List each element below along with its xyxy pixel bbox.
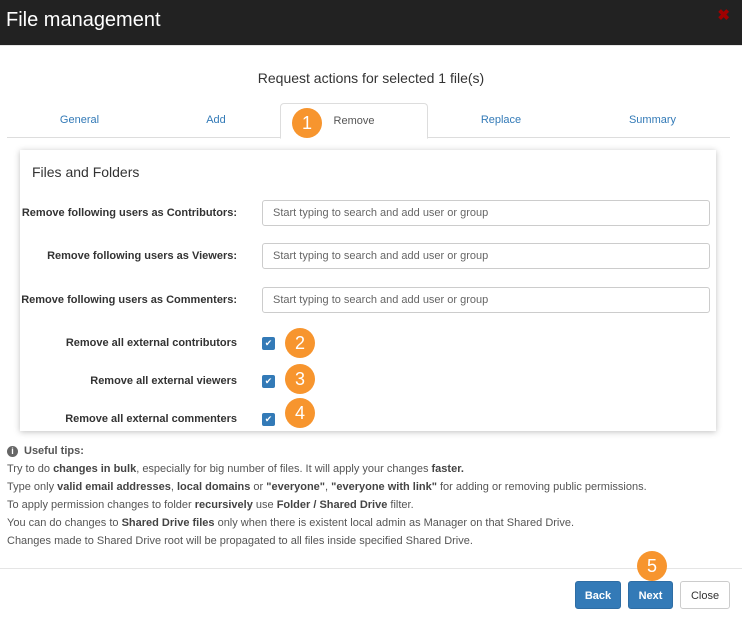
viewers-input[interactable] [262,243,710,269]
external-contributors-label: Remove all external contributors [65,337,237,349]
tip-emphasis: "everyone with link" [331,481,437,493]
step-badge-4: 4 [285,398,315,428]
commenters-input[interactable] [262,287,710,313]
external-commenters-checkbox[interactable]: ✔ [262,413,275,426]
tab-summary[interactable]: Summary [575,103,730,137]
tip-emphasis: local domains [177,481,251,493]
tab-bar: General Add Remove Replace Summary [7,103,730,139]
step-badge-2: 2 [285,328,315,358]
tab-general[interactable]: General [7,103,152,137]
tip-emphasis: changes in bulk [53,463,137,475]
back-button[interactable]: Back [575,581,621,609]
dialog-title: File management [6,9,161,31]
tips-lines: Try to do changes in bulk, especially fo… [7,463,647,547]
tip-line: Type only valid email addresses, local d… [7,481,647,493]
contributors-label: Remove following users as Contributors: [21,207,237,219]
external-viewers-checkbox[interactable]: ✔ [262,375,275,388]
tips-heading-text: Useful tips: [24,445,84,457]
tab-add[interactable]: Add [152,103,280,137]
step-badge-3: 3 [285,364,315,394]
external-viewers-label: Remove all external viewers [90,375,237,387]
tip-emphasis: Folder / Shared Drive [276,499,388,511]
tip-emphasis: valid email addresses [57,481,171,493]
panel-title: Files and Folders [32,164,140,180]
next-button[interactable]: Next [628,581,673,609]
step-badge-5: 5 [637,551,667,581]
tip-line: To apply permission changes to folder re… [7,499,414,511]
external-contributors-checkbox[interactable]: ✔ [262,337,275,350]
footer-divider [0,568,742,569]
tip-line: You can do changes to Shared Drive files… [7,517,575,529]
files-and-folders-panel: Files and Folders Remove following users… [20,150,716,431]
step-badge-1: 1 [292,108,322,138]
tip-emphasis: recursively [194,499,253,511]
commenters-label: Remove following users as Commenters: [21,294,237,306]
tip-emphasis: Shared Drive files [121,517,215,529]
dialog-header: File management ✖ [0,0,742,46]
close-button[interactable]: Close [680,581,730,609]
external-commenters-label: Remove all external commenters [65,413,237,425]
viewers-label: Remove following users as Viewers: [47,250,237,262]
tab-remove-label: Remove [333,115,375,127]
tab-replace[interactable]: Replace [427,103,575,137]
close-icon[interactable]: ✖ [717,6,730,24]
request-subtitle: Request actions for selected 1 file(s) [257,70,485,86]
tip-emphasis: "everyone" [266,481,326,493]
tip-line: Try to do changes in bulk, especially fo… [7,463,464,475]
contributors-input[interactable] [262,200,710,226]
useful-tips: i Useful tips: Try to do changes in bulk… [7,445,647,547]
info-icon: i [7,445,18,457]
tips-heading: i Useful tips: [7,445,647,457]
tip-line: Changes made to Shared Drive root will b… [7,535,473,547]
tip-emphasis: faster. [431,463,464,475]
